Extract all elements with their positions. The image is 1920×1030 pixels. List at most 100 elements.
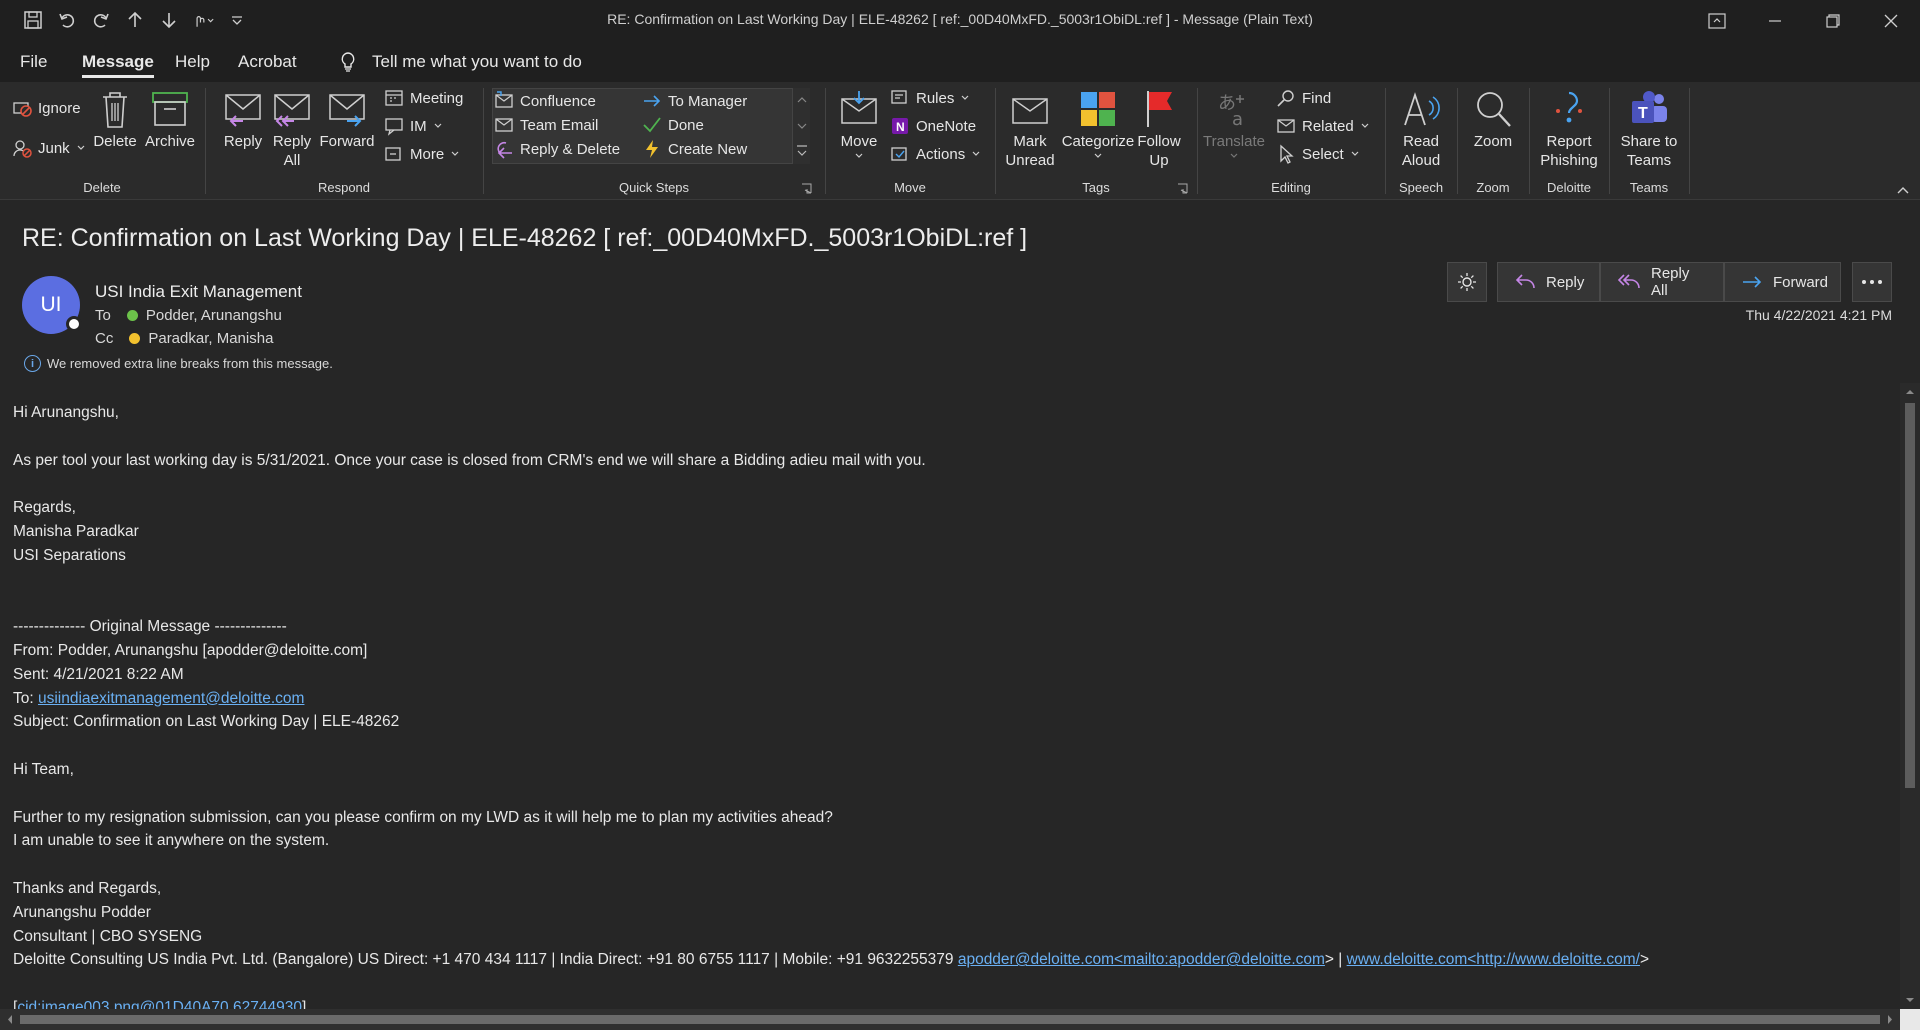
reply-all-button[interactable]: Reply All bbox=[270, 88, 314, 170]
mark-unread-button[interactable]: Mark Unread bbox=[1004, 88, 1056, 170]
report-phishing-icon bbox=[1547, 88, 1591, 130]
sender-role: Consultant | CBO SYSENG bbox=[13, 927, 203, 945]
horizontal-scroll-thumb[interactable] bbox=[20, 1015, 1880, 1024]
select-button[interactable]: Select bbox=[1276, 144, 1360, 164]
categorize-button[interactable]: Categorize bbox=[1060, 88, 1136, 161]
actions-icon bbox=[890, 144, 910, 164]
calendar-icon bbox=[384, 88, 404, 108]
reply-button[interactable]: Reply bbox=[220, 88, 266, 151]
follow-up-button[interactable]: Follow Up bbox=[1136, 88, 1182, 170]
quick-step-create-new[interactable]: Create New bbox=[642, 139, 747, 159]
categorize-icon bbox=[1076, 88, 1120, 130]
read-aloud-button[interactable]: Read Aloud bbox=[1398, 88, 1444, 170]
cc-line: Cc Paradkar, Manisha bbox=[95, 330, 273, 347]
rules-button[interactable]: Rules bbox=[890, 88, 970, 108]
delete-button[interactable]: Delete bbox=[92, 88, 138, 151]
find-button[interactable]: Find bbox=[1276, 88, 1331, 108]
tags-group: Mark Unread Categorize Follow Up Tags bbox=[996, 82, 1196, 200]
quick-step-confluence[interactable]: Confluence bbox=[494, 91, 596, 111]
to-recipient[interactable]: Podder, Arunangshu bbox=[146, 307, 282, 324]
ribbon-display-icon[interactable] bbox=[1688, 0, 1746, 42]
vertical-scroll-thumb[interactable] bbox=[1905, 403, 1915, 788]
vertical-scrollbar[interactable] bbox=[1900, 383, 1920, 1009]
tags-group-label: Tags bbox=[1082, 180, 1110, 195]
move-folder-icon bbox=[837, 88, 881, 130]
onenote-button[interactable]: N OneNote bbox=[890, 116, 976, 136]
avatar[interactable]: UI bbox=[22, 276, 82, 334]
cc-recipient[interactable]: Paradkar, Manisha bbox=[148, 330, 273, 347]
quick-step-done[interactable]: Done bbox=[642, 115, 704, 135]
original-from: From: Podder, Arunangshu [apodder@deloit… bbox=[13, 641, 368, 659]
dialog-launcher-icon[interactable] bbox=[1177, 183, 1188, 194]
info-icon: i bbox=[24, 355, 41, 372]
move-button[interactable]: Move bbox=[836, 88, 882, 161]
minimize-icon[interactable] bbox=[1746, 0, 1804, 42]
tab-help[interactable]: Help bbox=[175, 52, 210, 72]
search-icon bbox=[1276, 88, 1296, 108]
reply-all-action-button[interactable]: Reply All bbox=[1600, 262, 1724, 302]
original-to-link[interactable]: usiindiaexitmanagement@deloitte.com bbox=[38, 690, 304, 707]
im-button[interactable]: IM bbox=[384, 116, 443, 136]
flag-icon bbox=[1137, 88, 1181, 130]
dialog-launcher-icon[interactable] bbox=[801, 183, 812, 194]
translate-button[interactable]: あa Translate bbox=[1202, 88, 1266, 161]
more-actions-button[interactable] bbox=[1852, 262, 1892, 302]
hi-team: Hi Team, bbox=[13, 760, 74, 778]
image-cid-link[interactable]: cid:image003.png@01D40A70.62744930 bbox=[17, 999, 302, 1009]
editing-group-label: Editing bbox=[1271, 180, 1311, 195]
chevron-down-icon bbox=[1093, 151, 1103, 161]
junk-button[interactable]: Junk bbox=[12, 138, 86, 158]
chevron-down-icon bbox=[1350, 149, 1360, 159]
quick-step-to-manager[interactable]: To Manager bbox=[642, 91, 747, 111]
link-end: > bbox=[1639, 951, 1650, 969]
quick-steps-scroll[interactable] bbox=[792, 88, 810, 164]
sender-signature-name: Arunangshu Podder bbox=[13, 903, 151, 921]
tell-me-search[interactable]: Tell me what you want to do bbox=[340, 52, 582, 72]
email-link[interactable]: apodder@deloitte.com<mailto:apodder@delo… bbox=[958, 951, 1325, 968]
tab-file[interactable]: File bbox=[20, 52, 47, 72]
theme-toggle-button[interactable] bbox=[1447, 262, 1487, 302]
reply-action-button[interactable]: Reply bbox=[1497, 262, 1600, 302]
actions-button[interactable]: Actions bbox=[890, 144, 981, 164]
forward-action-button[interactable]: Forward bbox=[1724, 262, 1841, 302]
ignore-button[interactable]: Ignore bbox=[12, 98, 81, 118]
collapse-ribbon-icon[interactable] bbox=[1896, 185, 1910, 195]
chevron-down-icon bbox=[1229, 151, 1239, 161]
related-button[interactable]: Related bbox=[1276, 116, 1370, 136]
reply-all-icon bbox=[1617, 273, 1641, 291]
horizontal-scrollbar[interactable] bbox=[0, 1009, 1900, 1030]
restore-icon[interactable] bbox=[1804, 0, 1862, 42]
presence-available-icon bbox=[126, 310, 138, 321]
to-line: To Podder, Arunangshu bbox=[95, 307, 282, 324]
sender-name[interactable]: USI India Exit Management bbox=[95, 282, 302, 302]
quick-step-team-email[interactable]: Team Email bbox=[494, 115, 598, 135]
archive-button[interactable]: Archive bbox=[142, 88, 198, 151]
svg-text:a: a bbox=[1232, 109, 1243, 129]
quick-step-reply-delete[interactable]: Reply & Delete bbox=[494, 139, 620, 159]
message-body[interactable]: Hi Arunangshu, As per tool your last wor… bbox=[0, 383, 1900, 1009]
share-to-teams-button[interactable]: T Share to Teams bbox=[1616, 88, 1682, 170]
close-icon[interactable] bbox=[1862, 0, 1920, 42]
archive-icon bbox=[148, 88, 192, 130]
meeting-button[interactable]: Meeting bbox=[384, 88, 463, 108]
website-link[interactable]: www.deloitte.com<http://www.deloitte.com… bbox=[1347, 951, 1640, 968]
info-bar[interactable]: i We removed extra line breaks from this… bbox=[24, 355, 333, 372]
tab-message[interactable]: Message bbox=[82, 52, 154, 78]
original-sent: Sent: 4/21/2021 8:22 AM bbox=[13, 665, 184, 683]
chevron-down-icon bbox=[971, 149, 981, 159]
report-phishing-button[interactable]: Report Phishing bbox=[1536, 88, 1602, 170]
separator bbox=[1689, 88, 1690, 194]
forward-button[interactable]: Forward bbox=[318, 88, 376, 151]
trash-icon bbox=[93, 88, 137, 130]
chevron-down-icon bbox=[450, 149, 460, 159]
avatar-initials: UI bbox=[40, 293, 62, 316]
zoom-button[interactable]: Zoom bbox=[1470, 88, 1516, 151]
tab-acrobat[interactable]: Acrobat bbox=[238, 52, 297, 72]
onenote-icon: N bbox=[890, 116, 910, 136]
original-message-header: -------------- Original Message --------… bbox=[13, 618, 287, 636]
mail-arrow-icon bbox=[494, 91, 514, 111]
more-respond-button[interactable]: More bbox=[384, 144, 460, 164]
cursor-icon bbox=[1276, 144, 1296, 164]
quick-steps-group-label: Quick Steps bbox=[618, 180, 690, 195]
question-line-2: I am unable to see it anywhere on the sy… bbox=[13, 832, 330, 850]
